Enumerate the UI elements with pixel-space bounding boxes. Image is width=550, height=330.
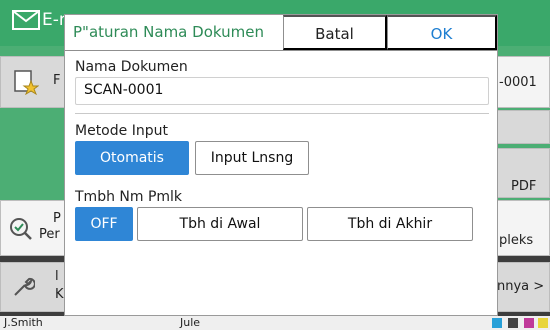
star-document-icon <box>14 70 39 95</box>
ink-magenta <box>524 318 534 328</box>
input-method-label: Metode Input <box>75 123 168 139</box>
suffix-append-button[interactable]: Tbh di Akhir <box>307 207 473 241</box>
mail-icon <box>12 10 40 30</box>
tools-tile[interactable]: l K <box>0 262 66 312</box>
document-name-label: Nama Dokumen <box>75 59 188 75</box>
suffix-label: Tmbh Nm Pmlk <box>75 189 183 205</box>
favorite-tile[interactable]: F <box>0 56 66 108</box>
ink-yellow <box>538 318 548 328</box>
ok-button[interactable]: OK <box>387 15 497 50</box>
cancel-button[interactable]: Batal <box>283 15 387 50</box>
more-tile[interactable]: nnya > <box>496 262 550 312</box>
suffix-prefix-button[interactable]: Tbh di Awal <box>137 207 303 241</box>
right-tile-blank[interactable] <box>496 110 550 144</box>
preview-check-icon <box>10 218 32 240</box>
format-tile[interactable]: PDF <box>496 148 550 198</box>
divider <box>75 113 489 114</box>
status-bar <box>0 316 550 330</box>
ink-cyan <box>492 318 502 328</box>
input-method-auto-button[interactable]: Otomatis <box>75 141 189 175</box>
ink-black <box>508 318 518 328</box>
document-name-dialog: P"aturan Nama Dokumen Batal OK Nama Doku… <box>64 14 498 316</box>
preview-tile[interactable]: P Per <box>0 200 66 256</box>
duplex-tile[interactable]: pleks <box>496 200 550 256</box>
input-method-direct-button[interactable]: Input Lnsng <box>195 141 309 175</box>
status-date: Jule <box>180 316 201 329</box>
background-spacer <box>0 110 66 198</box>
wrench-icon <box>14 277 35 296</box>
user-name: J.Smith <box>4 316 43 329</box>
filename-tile[interactable]: -0001 <box>496 56 550 108</box>
dialog-title: P"aturan Nama Dokumen <box>73 23 264 41</box>
document-name-field[interactable]: SCAN-0001 <box>75 77 489 105</box>
suffix-off-button[interactable]: OFF <box>75 207 133 241</box>
dialog-header: P"aturan Nama Dokumen Batal OK <box>65 15 497 51</box>
